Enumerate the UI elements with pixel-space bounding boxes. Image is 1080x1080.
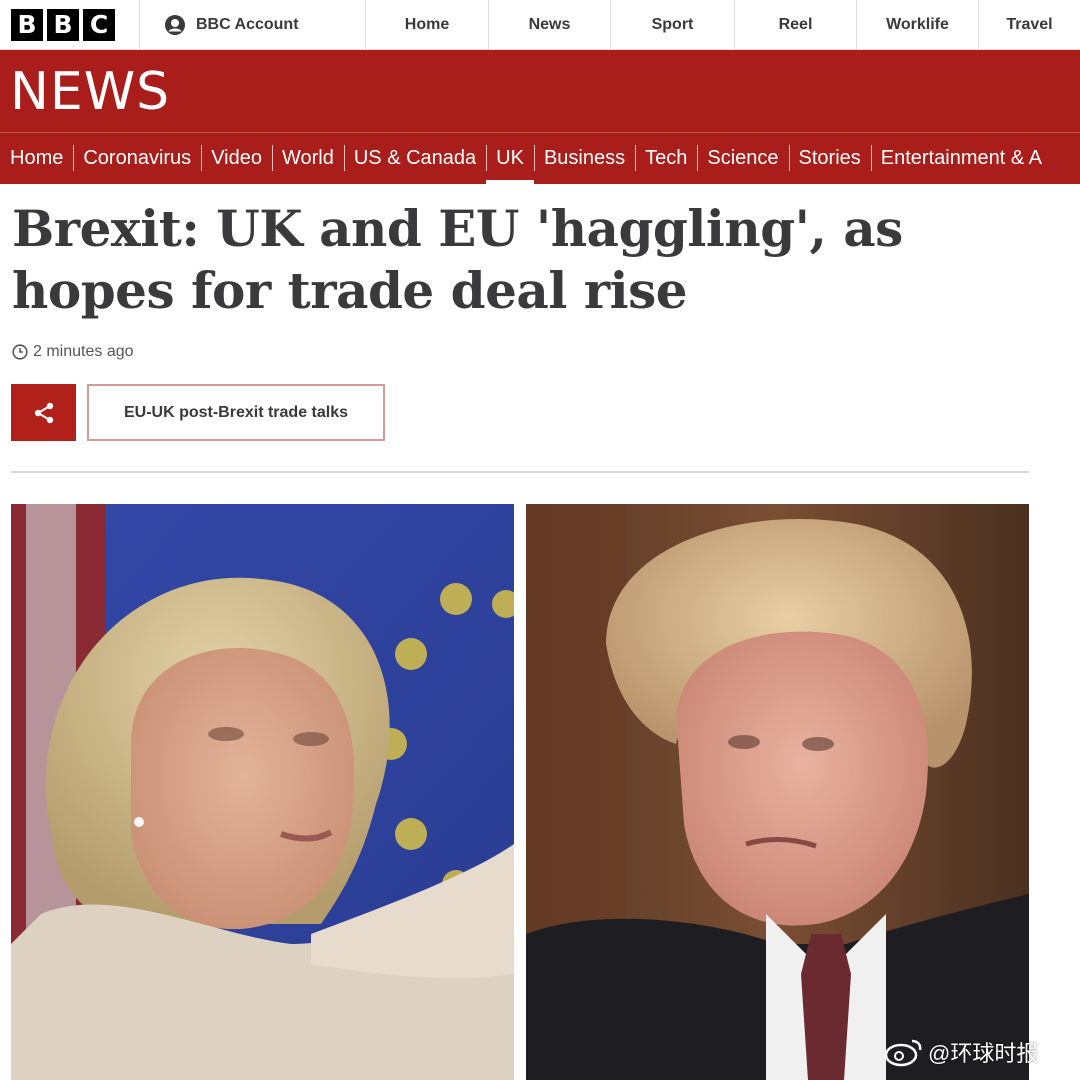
bbc-logo-letter: B: [11, 8, 43, 41]
news-nav-us-canada[interactable]: US & Canada: [343, 133, 486, 184]
bbc-logo-letter: C: [83, 8, 115, 41]
timestamp-text: 2 minutes ago: [33, 343, 134, 360]
global-nav-home[interactable]: Home: [366, 0, 489, 49]
news-header: NEWS Home Coronavirus Video World US & C…: [0, 50, 1080, 184]
news-nav-stories[interactable]: Stories: [788, 133, 871, 184]
weibo-icon: [884, 1039, 922, 1067]
topic-tag-link[interactable]: EU-UK post-Brexit trade talks: [87, 384, 385, 441]
global-nav-news[interactable]: News: [489, 0, 611, 49]
watermark-text: @环球时报: [928, 1041, 1039, 1066]
news-section-nav: Home Coronavirus Video World US & Canada…: [0, 133, 1052, 184]
article-headline: Brexit: UK and EU 'haggling', as hopes f…: [12, 199, 903, 320]
section-divider: [11, 471, 1029, 473]
watermark: @环球时报: [884, 1036, 1038, 1068]
news-nav-video[interactable]: Video: [201, 133, 272, 184]
news-nav-tech[interactable]: Tech: [635, 133, 697, 184]
global-nav-bar: B B C BBC Account Home News Sport Reel W…: [0, 0, 1080, 50]
share-button[interactable]: [11, 384, 76, 441]
news-nav-business[interactable]: Business: [533, 133, 635, 184]
bbc-logo-letter: B: [47, 8, 79, 41]
news-nav-coronavirus[interactable]: Coronavirus: [73, 133, 201, 184]
news-nav-home[interactable]: Home: [0, 133, 73, 184]
news-nav-world[interactable]: World: [271, 133, 344, 184]
global-nav-sport[interactable]: Sport: [611, 0, 735, 49]
share-icon: [34, 402, 53, 423]
article-photo-right: [526, 504, 1029, 1080]
bbc-account-link[interactable]: BBC Account: [140, 0, 366, 49]
global-nav-worklife[interactable]: Worklife: [857, 0, 979, 49]
news-nav-science[interactable]: Science: [697, 133, 788, 184]
news-logo[interactable]: NEWS: [10, 62, 170, 122]
account-label: BBC Account: [196, 15, 299, 33]
account-icon: [165, 14, 185, 35]
clock-icon: [12, 344, 28, 360]
bbc-logo[interactable]: B B C: [0, 0, 140, 49]
article-photo-left: [11, 504, 514, 1080]
news-nav-entertainment[interactable]: Entertainment & A: [870, 133, 1052, 184]
global-nav-reel[interactable]: Reel: [735, 0, 857, 49]
article-timestamp: 2 minutes ago: [12, 343, 134, 361]
news-nav-uk[interactable]: UK: [486, 133, 534, 184]
global-nav-travel[interactable]: Travel: [979, 0, 1080, 49]
